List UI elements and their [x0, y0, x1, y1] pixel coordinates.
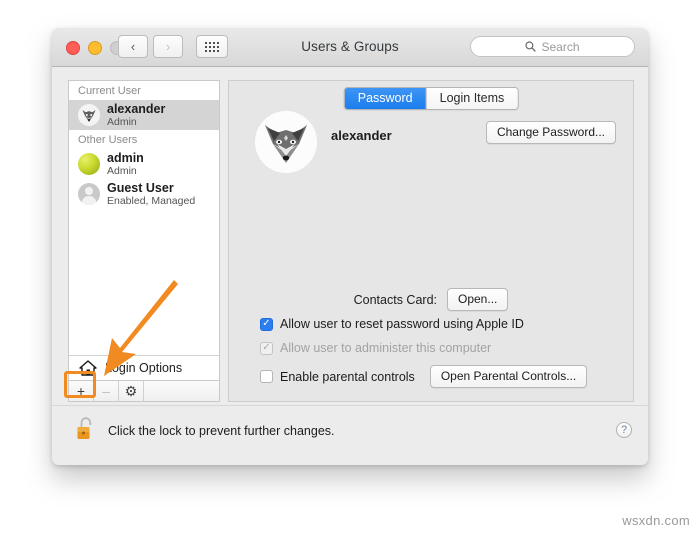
action-bar-filler: [144, 381, 219, 401]
sidebar-user-name: alexander: [107, 101, 166, 116]
window-footer: Click the lock to prevent further change…: [52, 405, 648, 465]
user-settings-button[interactable]: ⚙: [119, 381, 144, 401]
sidebar-item-text: admin Admin: [107, 150, 144, 177]
add-user-button[interactable]: +: [69, 381, 94, 401]
sidebar-group-header-current-user: Current User: [69, 81, 219, 100]
checkbox-row-administer-computer: ✓ Allow user to administer this computer: [260, 341, 491, 355]
checkbox-administer-computer: ✓: [260, 341, 273, 355]
account-avatar[interactable]: [255, 111, 317, 173]
lock-message: Click the lock to prevent further change…: [108, 424, 335, 438]
sidebar-item-admin[interactable]: admin Admin: [69, 149, 219, 179]
change-password-button[interactable]: Change Password...: [485, 121, 616, 144]
tab-login-items[interactable]: Login Items: [426, 88, 518, 109]
home-icon: [79, 360, 97, 376]
open-parental-controls-button[interactable]: Open Parental Controls...: [429, 365, 588, 388]
contacts-card-label: Contacts Card:: [353, 292, 437, 307]
gear-icon: ⚙: [124, 382, 138, 399]
users-and-groups-window: ‹ › Users & Groups Search Current User a…: [52, 28, 648, 465]
search-placeholder: Search: [541, 39, 580, 54]
person-avatar-icon: [78, 183, 100, 205]
sidebar-user-subtitle: Admin: [107, 115, 137, 128]
checkbox-label-parental-controls: Enable parental controls: [280, 369, 415, 384]
sidebar-item-text: Guest User Enabled, Managed: [107, 180, 196, 207]
user-list-sidebar[interactable]: Current User alexander Admin Other Users…: [68, 80, 220, 368]
sidebar-item-guest-user[interactable]: Guest User Enabled, Managed: [69, 179, 219, 209]
open-contacts-card-button[interactable]: Open...: [447, 288, 509, 311]
search-field[interactable]: Search: [470, 36, 635, 57]
fox-avatar-icon: [78, 104, 100, 126]
checkbox-row-reset-password[interactable]: ✓ Allow user to reset password using App…: [260, 317, 524, 331]
window-titlebar: ‹ › Users & Groups Search: [52, 28, 648, 67]
watermark: wsxdn.com: [622, 513, 690, 528]
sidebar-group-header-other-users: Other Users: [69, 130, 219, 149]
sidebar-user-name: Guest User: [107, 180, 174, 195]
checkbox-enable-parental-controls[interactable]: ✓: [260, 370, 273, 383]
window-body: Current User alexander Admin Other Users…: [52, 67, 648, 465]
minus-icon: –: [102, 383, 110, 399]
account-detail-pane: Password Login Items alexander Change Pa…: [228, 80, 634, 402]
checkbox-label-administer-computer: Allow user to administer this computer: [280, 341, 492, 355]
tab-password[interactable]: Password: [344, 88, 427, 109]
sidebar-item-alexander[interactable]: alexander Admin: [69, 100, 219, 130]
tab-bar: Password Login Items: [343, 87, 519, 110]
sidebar-item-login-options[interactable]: Login Options: [68, 355, 220, 381]
sidebar-user-subtitle: Enabled, Managed: [107, 194, 196, 207]
account-name: alexander: [331, 128, 392, 143]
remove-user-button: –: [94, 381, 119, 401]
plus-icon: +: [76, 383, 86, 399]
sidebar-user-name: admin: [107, 150, 144, 165]
screenshot-root: ‹ › Users & Groups Search Current User a…: [0, 0, 700, 534]
checkbox-row-parental-controls[interactable]: ✓ Enable parental controls Open Parental…: [260, 365, 588, 388]
user-list-action-bar: + – ⚙: [68, 381, 220, 402]
contacts-card-row: Contacts Card: Open...: [229, 288, 633, 311]
checkbox-label-reset-password: Allow user to reset password using Apple…: [280, 317, 524, 331]
login-options-label: Login Options: [105, 361, 183, 375]
sidebar-user-subtitle: Admin: [107, 164, 137, 177]
help-button[interactable]: ?: [616, 422, 632, 438]
unlocked-padlock-icon[interactable]: [76, 416, 96, 442]
checkbox-reset-password[interactable]: ✓: [260, 317, 273, 331]
ball-avatar-icon: [78, 153, 100, 175]
sidebar-item-text: alexander Admin: [107, 101, 166, 128]
search-icon: [525, 41, 537, 52]
